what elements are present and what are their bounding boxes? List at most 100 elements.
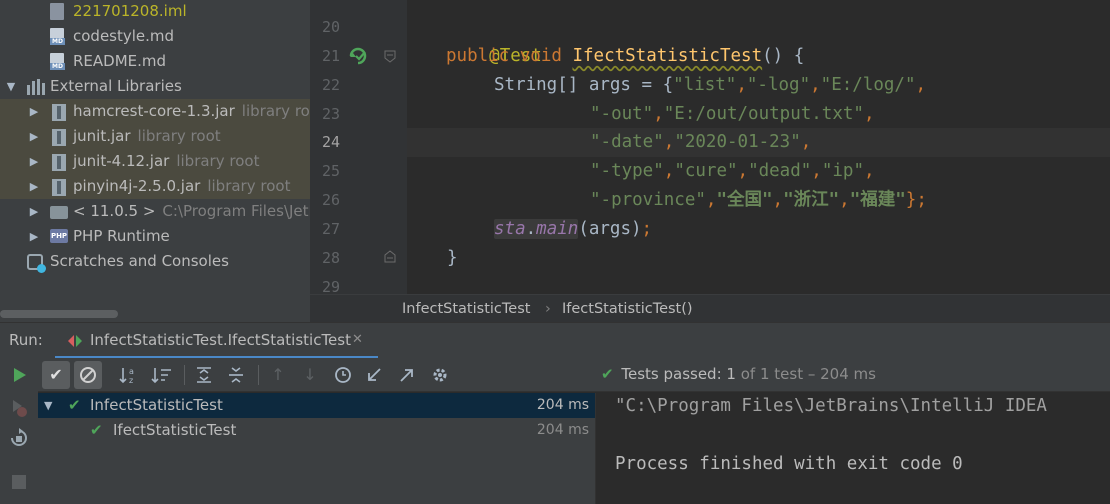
library-root-label: library root	[207, 177, 291, 195]
run-side-toolbar	[0, 358, 38, 504]
tree-item-scratches[interactable]: Scratches and Consoles	[0, 249, 310, 274]
editor-gutter: 20 21 22 23 24 25 26 27 28 29	[310, 0, 421, 296]
expanded-arrow-icon[interactable]: ▼	[44, 393, 52, 418]
collapse-all-icon[interactable]	[222, 361, 250, 389]
fold-end-icon[interactable]	[384, 250, 396, 263]
line-number: 21	[321, 47, 340, 65]
line-number: 27	[321, 220, 340, 238]
line-number: 28	[321, 249, 340, 267]
tree-item-iml-file[interactable]: 221701208.iml	[0, 0, 310, 24]
rerun-failed-icon[interactable]	[9, 398, 29, 418]
code-line-20: @Test	[407, 13, 1110, 66]
tree-item-hamcrest-jar[interactable]: ▶ hamcrest-core-1.3.jar library root	[0, 99, 310, 124]
show-passed-icon[interactable]: ✔	[42, 361, 70, 389]
test-run-tab-icon	[68, 335, 82, 347]
tree-item-label: External Libraries	[50, 77, 182, 95]
collapsed-arrow-icon[interactable]: ▶	[27, 124, 41, 149]
stop-icon[interactable]	[12, 475, 26, 489]
close-icon[interactable]: ✕	[352, 332, 363, 347]
run-label: Run:	[9, 331, 43, 349]
import-tests-icon[interactable]	[360, 361, 388, 389]
breadcrumb-separator: ›	[545, 301, 551, 317]
tree-item-label: Scratches and Consoles	[50, 252, 229, 270]
test-duration: 204 ms	[536, 397, 589, 413]
code-line-22: String[] args = {"list","-log","E:/log/"…	[494, 75, 927, 95]
toggle-auto-test-icon[interactable]	[9, 428, 29, 450]
markdown-file-icon: MD	[50, 28, 68, 45]
library-root-label: library root	[137, 127, 221, 145]
tree-item-readme[interactable]: MD README.md	[0, 49, 310, 74]
fold-method-icon[interactable]	[384, 50, 396, 63]
code-line-23: "-out","E:/out/output.txt",	[590, 104, 875, 124]
collapsed-arrow-icon[interactable]: ▶	[27, 99, 41, 124]
expanded-arrow-icon[interactable]: ▼	[4, 74, 18, 99]
test-status: ✔ Tests passed: 1 of 1 test – 204 ms	[601, 365, 876, 383]
run-test-icon[interactable]	[348, 46, 368, 66]
export-tests-icon[interactable]	[393, 361, 421, 389]
next-failed-icon[interactable]: ↓	[296, 361, 324, 389]
library-root-label: library root	[241, 102, 310, 120]
settings-gear-icon[interactable]	[426, 361, 454, 389]
iml-file-icon	[50, 3, 68, 20]
line-number: 26	[321, 191, 340, 209]
horizontal-scrollbar[interactable]	[0, 310, 118, 318]
code-line-25: "-type","cure","dead","ip",	[590, 161, 875, 181]
breadcrumb: InfectStatisticTest › IfectStatisticTest…	[310, 294, 1110, 322]
tree-item-label: 221701208.iml	[73, 2, 187, 20]
passed-check-icon: ✔	[90, 421, 103, 439]
breadcrumb-method[interactable]: IfectStatisticTest()	[562, 295, 693, 323]
collapsed-arrow-icon[interactable]: ▶	[27, 149, 41, 174]
test-toolbar: ✔ az ↑ ↓ ✔ Tests passed: 1 of 1 test – 2…	[38, 358, 1110, 392]
code-line-28: }	[447, 248, 458, 268]
tests-passed-count: 1	[726, 365, 736, 383]
tree-item-external-libraries[interactable]: ▼ External Libraries	[0, 74, 310, 99]
code-line-24: "-date","2020-01-23",	[407, 128, 1110, 157]
method-name[interactable]: IfectStatisticTest	[572, 46, 762, 66]
libraries-icon	[27, 79, 45, 95]
show-ignored-icon[interactable]	[74, 361, 102, 389]
code-line-21: public void IfectStatisticTest() {	[446, 46, 805, 66]
collapsed-arrow-icon[interactable]: ▶	[27, 224, 41, 249]
tree-item-label: junit-4.12.jar	[73, 152, 170, 170]
run-tab[interactable]: InfectStatisticTest.IfectStatisticTest ✕	[55, 323, 378, 359]
passed-check-icon: ✔	[68, 396, 81, 414]
tree-item-php-runtime[interactable]: ▶ PHP PHP Runtime	[0, 224, 310, 249]
tree-item-label: junit.jar	[73, 127, 131, 145]
line-number: 20	[321, 18, 340, 36]
breadcrumb-class[interactable]: InfectStatisticTest	[402, 295, 530, 323]
test-suite-name: InfectStatisticTest	[90, 396, 223, 414]
line-number: 22	[321, 76, 340, 94]
test-case-row[interactable]: ✔ IfectStatisticTest 204 ms	[38, 418, 595, 443]
folder-icon	[50, 204, 68, 220]
scratches-icon	[27, 254, 46, 273]
jar-icon	[52, 154, 70, 171]
tree-item-junit-jar[interactable]: ▶ junit.jar library root	[0, 124, 310, 149]
tree-item-junit-4-12-jar[interactable]: ▶ junit-4.12.jar library root	[0, 149, 310, 174]
test-history-icon[interactable]	[329, 361, 357, 389]
rerun-icon[interactable]	[10, 366, 28, 384]
console-output[interactable]: "C:\Program Files\JetBrains\IntelliJ IDE…	[595, 393, 1110, 504]
code-editor[interactable]: @Test public void IfectStatisticTest() {…	[407, 0, 1110, 294]
previous-failed-icon[interactable]: ↑	[264, 361, 292, 389]
test-results-tree: ▼ ✔ InfectStatisticTest 204 ms ✔ IfectSt…	[38, 393, 595, 504]
collapsed-arrow-icon[interactable]: ▶	[27, 199, 41, 224]
sort-alphabetically-icon[interactable]: az	[116, 361, 144, 389]
tree-item-label: pinyin4j-2.5.0.jar	[73, 177, 201, 195]
tree-item-pinyin4j-jar[interactable]: ▶ pinyin4j-2.5.0.jar library root	[0, 174, 310, 199]
collapsed-arrow-icon[interactable]: ▶	[27, 174, 41, 199]
sort-by-duration-icon[interactable]	[148, 361, 176, 389]
code-line-26: "-province","全国","浙江","福建"};	[590, 190, 927, 210]
jar-icon	[52, 129, 70, 146]
expand-all-icon[interactable]	[190, 361, 218, 389]
jar-icon	[52, 104, 70, 121]
passed-check-icon: ✔	[601, 365, 614, 383]
php-icon: PHP	[50, 229, 68, 245]
test-suite-row[interactable]: ▼ ✔ InfectStatisticTest 204 ms	[38, 393, 595, 418]
console-line: "C:\Program Files\JetBrains\IntelliJ IDE…	[615, 396, 1047, 416]
tree-item-label: codestyle.md	[73, 27, 175, 45]
test-case-name: IfectStatisticTest	[113, 421, 237, 439]
tree-item-jdk[interactable]: ▶ < 11.0.5 > C:\Program Files\JetB	[0, 199, 310, 224]
tree-item-codestyle[interactable]: MD codestyle.md	[0, 24, 310, 49]
svg-text:a: a	[129, 367, 134, 376]
